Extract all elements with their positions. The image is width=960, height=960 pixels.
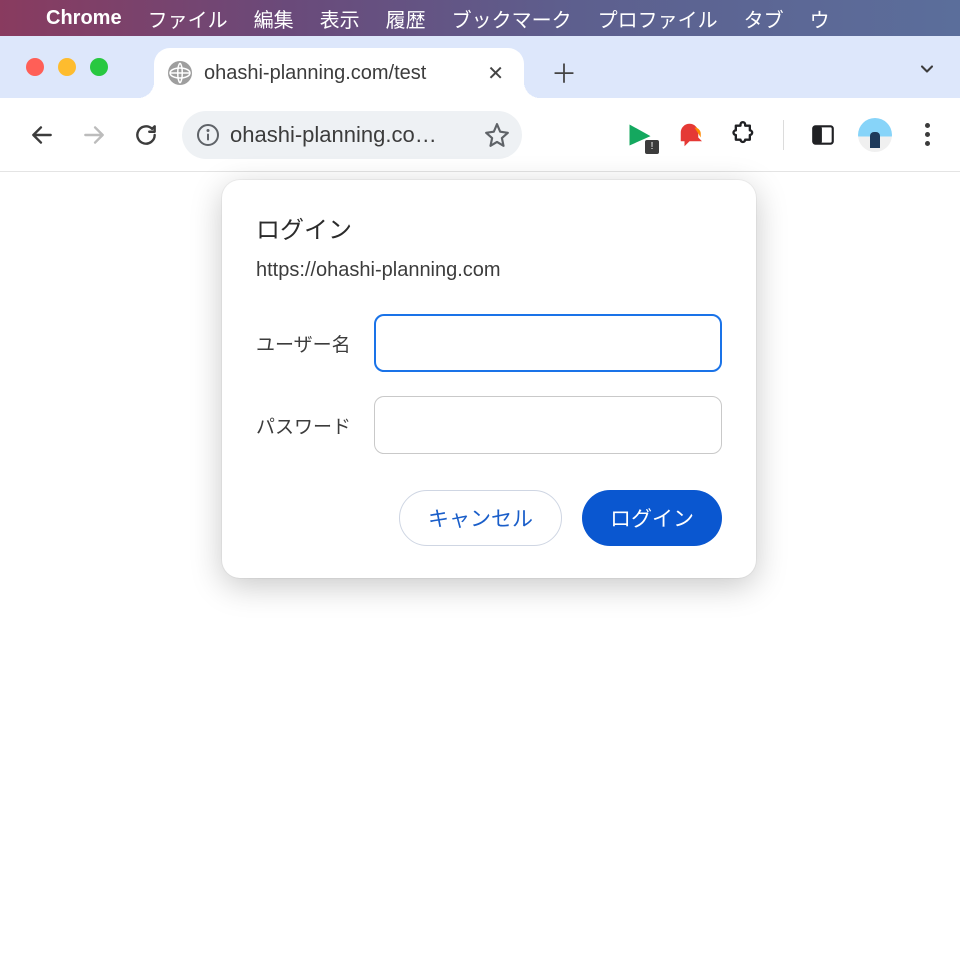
window-maximize-button[interactable]: [90, 58, 108, 76]
menu-window-partial[interactable]: ウ: [810, 4, 830, 33]
password-label: パスワード: [256, 412, 356, 439]
omnibox[interactable]: ohashi-planning.co…: [182, 111, 522, 159]
extension-icon-2[interactable]: [675, 118, 709, 152]
site-info-icon[interactable]: [196, 123, 220, 147]
globe-icon: [168, 61, 192, 85]
http-auth-dialog: ログイン https://ohashi-planning.com ユーザー名 パ…: [222, 180, 756, 578]
tab-title: ohashi-planning.com/test: [204, 62, 471, 85]
profile-avatar[interactable]: [858, 118, 892, 152]
menu-profile[interactable]: プロファイル: [598, 4, 718, 33]
window-controls: [26, 58, 108, 76]
tabs-dropdown-icon[interactable]: [912, 54, 942, 84]
username-row: ユーザー名: [256, 314, 722, 372]
password-input[interactable]: [374, 396, 722, 454]
forward-button[interactable]: [72, 113, 116, 157]
dialog-actions: キャンセル ログイン: [256, 490, 722, 546]
menu-tab[interactable]: タブ: [744, 4, 784, 33]
cancel-button[interactable]: キャンセル: [399, 490, 562, 546]
dialog-origin: https://ohashi-planning.com: [256, 259, 722, 282]
extension-icon-1[interactable]: !: [623, 118, 657, 152]
chrome-menu-icon[interactable]: [910, 118, 944, 152]
bookmark-star-icon[interactable]: [484, 122, 510, 148]
tab-close-icon[interactable]: ✕: [483, 59, 508, 88]
menu-edit[interactable]: 編集: [254, 4, 294, 33]
window-close-button[interactable]: [26, 58, 44, 76]
window-minimize-button[interactable]: [58, 58, 76, 76]
dialog-title: ログイン: [256, 210, 722, 245]
omnibox-url: ohashi-planning.co…: [230, 122, 474, 148]
menubar-app-name[interactable]: Chrome: [46, 7, 122, 30]
menu-view[interactable]: 表示: [320, 4, 360, 33]
side-panel-icon[interactable]: [806, 118, 840, 152]
toolbar-right: !: [623, 118, 944, 152]
login-button[interactable]: ログイン: [582, 490, 722, 546]
mac-menubar: Chrome ファイル 編集 表示 履歴 ブックマーク プロファイル タブ ウ: [0, 0, 960, 36]
password-row: パスワード: [256, 396, 722, 454]
username-input[interactable]: [374, 314, 722, 372]
menu-history[interactable]: 履歴: [386, 4, 426, 33]
chrome-tabstrip: ohashi-planning.com/test ✕ ＋: [0, 36, 960, 98]
menu-bookmarks[interactable]: ブックマーク: [452, 4, 572, 33]
menu-file[interactable]: ファイル: [148, 4, 228, 33]
toolbar-divider: [783, 120, 784, 150]
chrome-toolbar: ohashi-planning.co… !: [0, 98, 960, 172]
username-label: ユーザー名: [256, 330, 356, 357]
back-button[interactable]: [20, 113, 64, 157]
extensions-puzzle-icon[interactable]: [727, 118, 761, 152]
reload-button[interactable]: [124, 113, 168, 157]
page-content: ログイン https://ohashi-planning.com ユーザー名 パ…: [0, 172, 960, 960]
browser-tab[interactable]: ohashi-planning.com/test ✕: [154, 48, 524, 98]
extension-badge-icon: !: [645, 140, 659, 154]
new-tab-button[interactable]: ＋: [550, 58, 578, 86]
